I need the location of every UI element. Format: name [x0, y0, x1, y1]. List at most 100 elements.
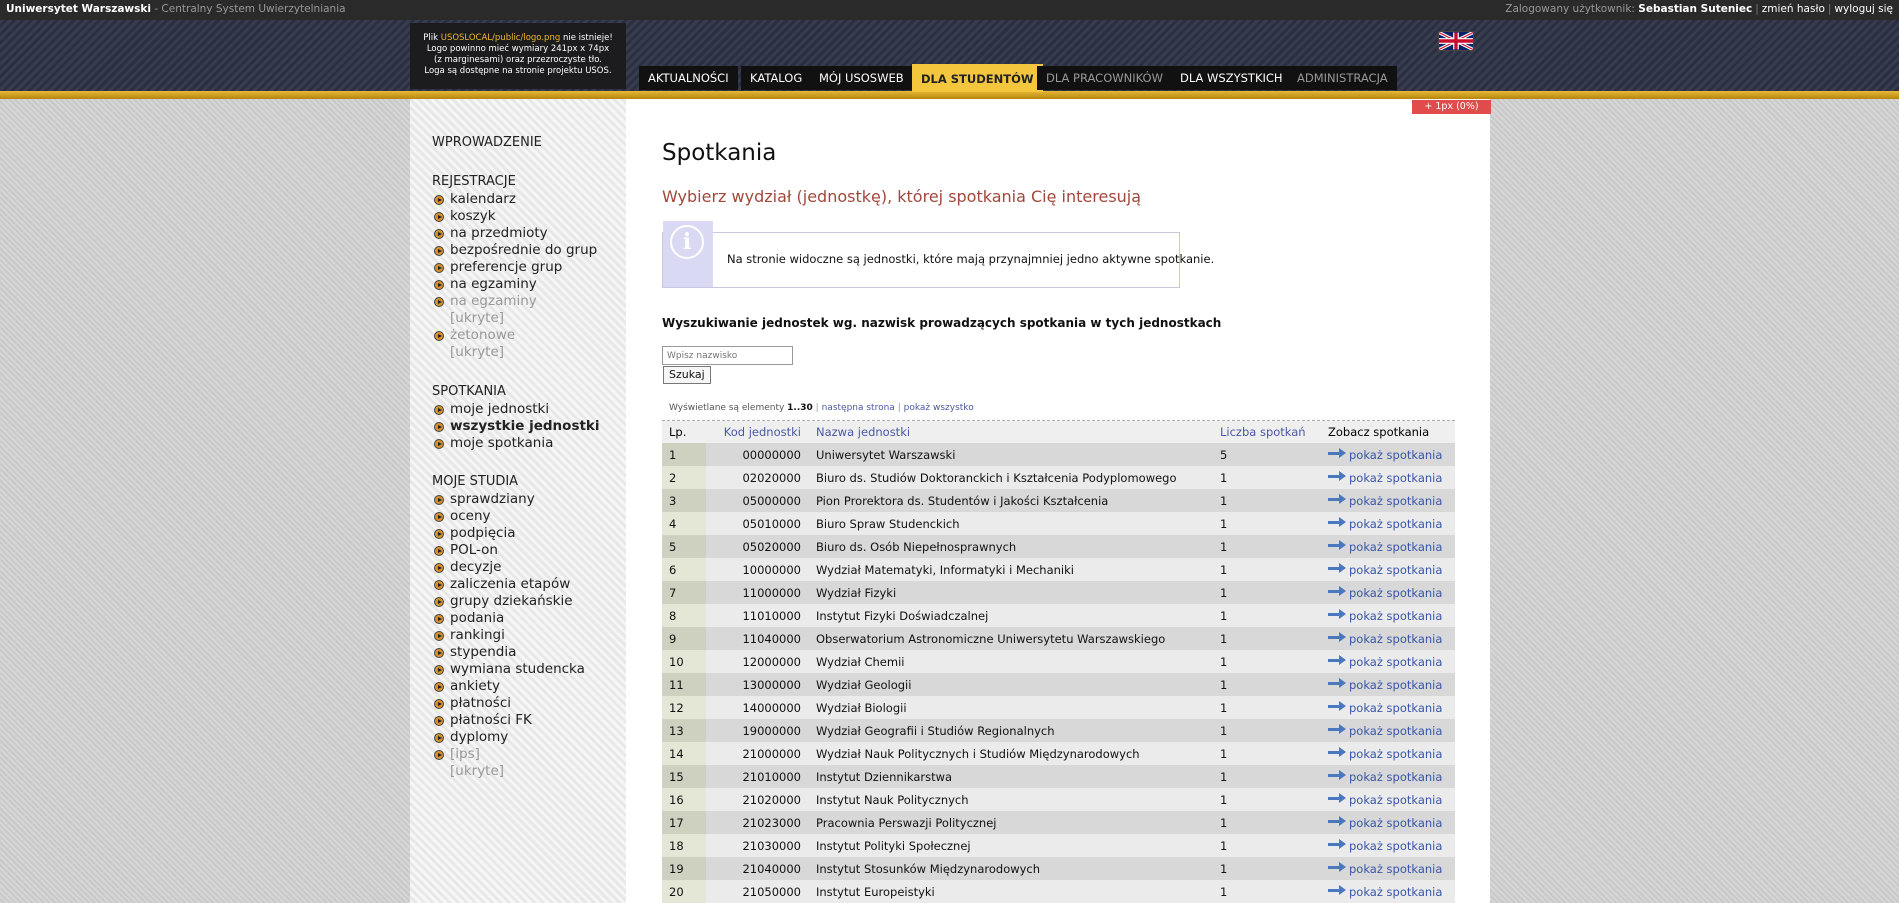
header-name[interactable]: Nazwa jednostki [812, 421, 1220, 443]
tab-dla-pracownikow[interactable]: DLA PRACOWNIKÓW [1037, 66, 1172, 90]
show-meetings-link[interactable]: pokaż spotkania [1328, 701, 1442, 715]
show-meetings-label: pokaż spotkania [1349, 861, 1443, 876]
sidebar-item-na-egzaminy[interactable]: na egzaminy [434, 276, 537, 292]
sidebar-item-podania[interactable]: podania [434, 610, 504, 626]
sidebar-item-oceny[interactable]: oceny [434, 508, 491, 524]
sidebar-item-platnosci-fk[interactable]: płatności FK [434, 712, 532, 728]
show-meetings-link[interactable]: pokaż spotkania [1328, 885, 1442, 899]
sidebar-section-moje-studia[interactable]: MOJE STUDIA [432, 474, 518, 489]
show-meetings-label: pokaż spotkania [1349, 769, 1443, 784]
cell-lp: 12 [662, 696, 706, 719]
cell-count: 1 [1220, 834, 1328, 857]
cell-name: Wydział Geologii [812, 673, 1220, 696]
tab-aktualnosci[interactable]: AKTUALNOŚCI [639, 66, 738, 90]
search-button[interactable]: Szukaj [663, 366, 711, 384]
arrow-right-icon [1328, 862, 1346, 872]
next-page-link[interactable]: następna strona [822, 403, 895, 413]
tab-dla-studentow[interactable]: DLA STUDENTÓW [912, 64, 1043, 92]
sidebar-item-ips[interactable]: [ips] [434, 746, 480, 762]
logout-link[interactable]: wyloguj się [1834, 3, 1893, 15]
sidebar-section-rejestracje[interactable]: REJESTRACJE [432, 174, 516, 189]
cell-see: pokaż spotkania [1328, 719, 1455, 742]
show-meetings-link[interactable]: pokaż spotkania [1328, 448, 1442, 462]
bullet-icon [434, 546, 444, 556]
show-meetings-link[interactable]: pokaż spotkania [1328, 839, 1442, 853]
sidebar-item-grupy[interactable]: grupy dziekańskie [434, 593, 573, 609]
sidebar-item-ankiety[interactable]: ankiety [434, 678, 500, 694]
show-meetings-link[interactable]: pokaż spotkania [1328, 586, 1442, 600]
bullet-icon [434, 716, 444, 726]
sidebar-item-moje-jednostki[interactable]: moje jednostki [434, 401, 549, 417]
sidebar-item-pol-on[interactable]: POL-on [434, 542, 498, 558]
show-meetings-link[interactable]: pokaż spotkania [1328, 793, 1442, 807]
search-heading: Wyszukiwanie jednostek wg. nazwisk prowa… [662, 316, 1222, 330]
sidebar-item-sprawdziany[interactable]: sprawdziany [434, 491, 535, 507]
show-meetings-label: pokaż spotkania [1349, 493, 1443, 508]
cell-lp: 2 [662, 466, 706, 489]
uk-flag-icon[interactable] [1438, 31, 1474, 51]
bullet-icon [434, 229, 444, 239]
site-subtitle: - Centralny System Uwierzytelniania [150, 3, 346, 15]
sidebar-item-podpiecia[interactable]: podpięcia [434, 525, 515, 541]
tab-katalog[interactable]: KATALOG [741, 66, 812, 90]
bullet-icon [434, 665, 444, 675]
change-password-link[interactable]: zmień hasło [1762, 3, 1825, 15]
sidebar-item-dyplomy[interactable]: dyplomy [434, 729, 508, 745]
sidebar-item-na-egzaminy-hidden[interactable]: na egzaminy [434, 293, 537, 309]
show-all-link[interactable]: pokaż wszystko [904, 403, 974, 413]
arrow-right-icon [1328, 678, 1346, 688]
sidebar-item-decyzje[interactable]: decyzje [434, 559, 501, 575]
cell-kod: 14000000 [706, 696, 812, 719]
show-meetings-link[interactable]: pokaż spotkania [1328, 471, 1442, 485]
show-meetings-link[interactable]: pokaż spotkania [1328, 563, 1442, 577]
user-name: Sebastian Suteniec [1638, 3, 1753, 15]
show-meetings-link[interactable]: pokaż spotkania [1328, 678, 1442, 692]
sidebar-item-preferencje[interactable]: preferencje grup [434, 259, 562, 275]
show-meetings-link[interactable]: pokaż spotkania [1328, 517, 1442, 531]
show-meetings-link[interactable]: pokaż spotkania [1328, 770, 1442, 784]
tab-administracja[interactable]: ADMINISTRACJA [1288, 66, 1397, 90]
sidebar-item-zetonowe[interactable]: żetonowe [434, 327, 515, 343]
show-meetings-link[interactable]: pokaż spotkania [1328, 724, 1442, 738]
tab-moj-usosweb[interactable]: MÓJ USOSWEB [810, 66, 913, 90]
header-kod[interactable]: Kod jednostki [706, 421, 812, 443]
show-meetings-link[interactable]: pokaż spotkania [1328, 816, 1442, 830]
search-input[interactable] [662, 346, 793, 365]
sidebar-item-platnosci[interactable]: płatności [434, 695, 511, 711]
tab-dla-wszystkich[interactable]: DLA WSZYSTKICH [1171, 66, 1292, 90]
sidebar-item-kalendarz[interactable]: kalendarz [434, 191, 516, 207]
sidebar-item-koszyk[interactable]: koszyk [434, 208, 496, 224]
sidebar-item-zaliczenia[interactable]: zaliczenia etapów [434, 576, 570, 592]
sidebar-item-wszystkie-jednostki[interactable]: wszystkie jednostki [434, 418, 600, 434]
cell-lp: 13 [662, 719, 706, 742]
cell-name: Obserwatorium Astronomiczne Uniwersytetu… [812, 627, 1220, 650]
show-meetings-label: pokaż spotkania [1349, 539, 1443, 554]
show-meetings-link[interactable]: pokaż spotkania [1328, 540, 1442, 554]
show-meetings-link[interactable]: pokaż spotkania [1328, 655, 1442, 669]
arrow-right-icon [1328, 701, 1346, 711]
sidebar-item-wymiana[interactable]: wymiana studencka [434, 661, 585, 677]
cell-lp: 10 [662, 650, 706, 673]
show-meetings-link[interactable]: pokaż spotkania [1328, 747, 1442, 761]
show-meetings-link[interactable]: pokaż spotkania [1328, 494, 1442, 508]
cell-kod: 10000000 [706, 558, 812, 581]
logged-label: Zalogowany użytkownik: [1505, 3, 1639, 15]
sidebar-item-bezposrednie[interactable]: bezpośrednie do grup [434, 242, 597, 258]
sidebar-item-rankingi[interactable]: rankingi [434, 627, 505, 643]
sidebar-item-na-przedmioty[interactable]: na przedmioty [434, 225, 548, 241]
sidebar-intro[interactable]: WPROWADZENIE [432, 135, 542, 150]
show-meetings-label: pokaż spotkania [1349, 654, 1443, 669]
sidebar-item-moje-spotkania[interactable]: moje spotkania [434, 435, 553, 451]
sidebar-item-stypendia[interactable]: stypendia [434, 644, 516, 660]
cell-count: 5 [1220, 443, 1328, 466]
cell-lp: 14 [662, 742, 706, 765]
cell-kod: 11010000 [706, 604, 812, 627]
cell-kod: 21040000 [706, 857, 812, 880]
sidebar-section-spotkania[interactable]: SPOTKANIA [432, 384, 506, 399]
show-meetings-link[interactable]: pokaż spotkania [1328, 862, 1442, 876]
show-meetings-link[interactable]: pokaż spotkania [1328, 632, 1442, 646]
cell-name: Instytut Polityki Społecznej [812, 834, 1220, 857]
header-count[interactable]: Liczba spotkań [1220, 421, 1328, 443]
show-meetings-link[interactable]: pokaż spotkania [1328, 609, 1442, 623]
arrow-right-icon [1328, 770, 1346, 780]
